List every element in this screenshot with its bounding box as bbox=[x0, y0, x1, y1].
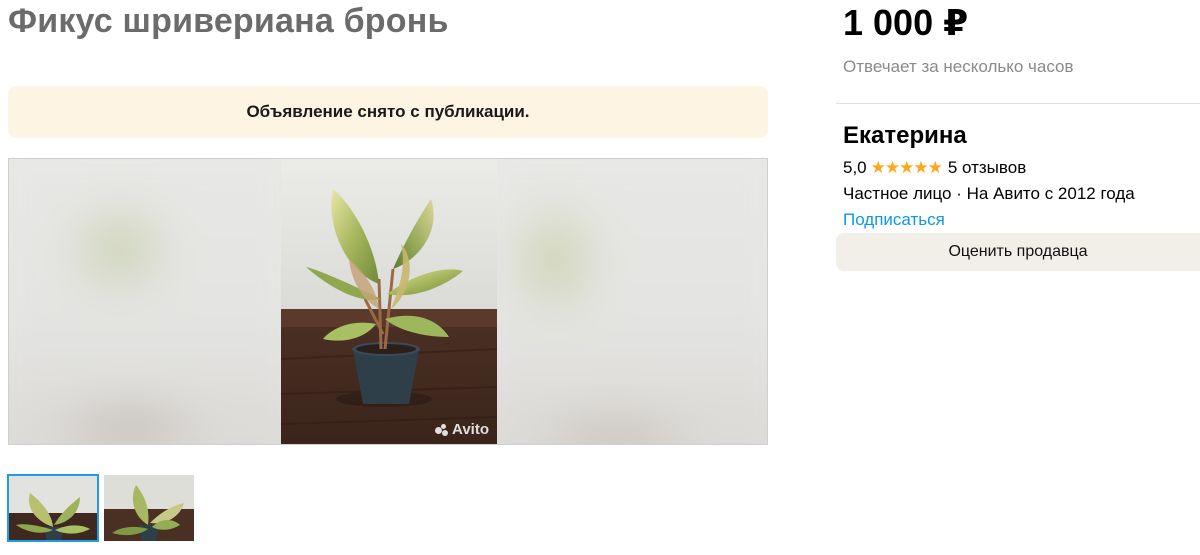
rating-value: 5,0 bbox=[843, 158, 867, 177]
response-time: Отвечает за несколько часов bbox=[843, 57, 1074, 76]
seller-name[interactable]: Екатерина bbox=[843, 122, 967, 150]
unpublished-notice: Объявление снято с публикации. bbox=[8, 86, 768, 138]
reviews-link[interactable]: 5 отзывов bbox=[948, 158, 1026, 178]
watermark-text: Avito bbox=[452, 421, 489, 438]
gallery-blur-left bbox=[9, 159, 281, 444]
thumbnail-2[interactable] bbox=[104, 475, 194, 541]
thumbnail-strip bbox=[7, 474, 194, 542]
avito-logo-icon bbox=[435, 423, 449, 436]
photo-gallery[interactable]: Avito bbox=[8, 158, 768, 445]
price: 1 000 ₽ bbox=[843, 2, 969, 43]
seller-rating[interactable]: 5,0 ★★★★★ 5 отзывов bbox=[843, 158, 1026, 178]
thumbnail-1[interactable] bbox=[7, 474, 99, 542]
star-rating-icon: ★★★★★ bbox=[870, 158, 943, 177]
notice-text: Объявление снято с публикации. bbox=[246, 102, 530, 121]
main-photo[interactable]: Avito bbox=[281, 159, 497, 444]
rate-seller-button[interactable]: Оценить продавца bbox=[836, 233, 1200, 271]
subscribe-link[interactable]: Подписаться bbox=[843, 210, 945, 230]
listing-title: Фикус шривериана бронь bbox=[8, 2, 449, 40]
divider bbox=[836, 103, 1200, 104]
gallery-blur-right bbox=[495, 159, 767, 444]
seller-meta: Частное лицо · На Авито с 2012 года bbox=[843, 184, 1135, 203]
avito-watermark: Avito bbox=[435, 421, 489, 438]
